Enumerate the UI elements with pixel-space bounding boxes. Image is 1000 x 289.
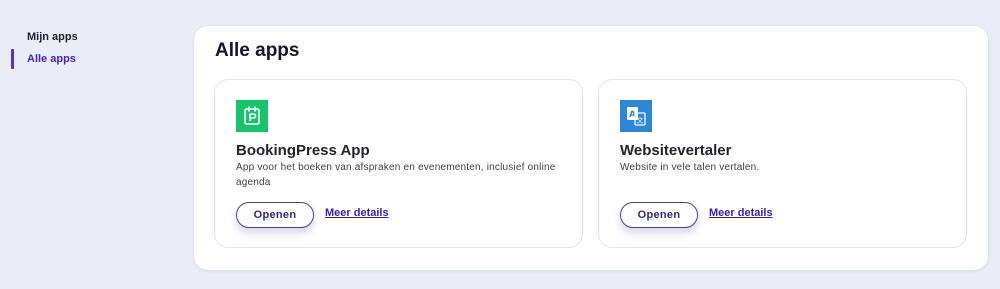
- app-name: Websitevertaler: [620, 142, 732, 159]
- svg-text:文: 文: [637, 116, 644, 125]
- app-description: Website in vele talen vertalen.: [620, 162, 760, 173]
- sidebar-item-label: Mijn apps: [27, 31, 78, 43]
- translate-icon: A 文: [620, 100, 652, 132]
- more-details-link[interactable]: Meer details: [325, 207, 389, 219]
- open-button[interactable]: Openen: [620, 202, 698, 228]
- app-card-websitevertaler: A 文 Websitevertaler Website in vele tale…: [598, 79, 967, 248]
- app-card-bookingpress: BookingPress App App voor het boeken van…: [214, 79, 583, 248]
- app-description: App voor het boeken van afspraken en eve…: [236, 162, 556, 188]
- sidebar-item-mijn-apps[interactable]: Mijn apps: [0, 26, 180, 48]
- booking-calendar-icon: [236, 100, 268, 132]
- more-details-link[interactable]: Meer details: [709, 207, 773, 219]
- sidebar-item-label: Alle apps: [27, 53, 76, 65]
- sidebar: Mijn apps Alle apps: [0, 26, 180, 70]
- sidebar-item-alle-apps[interactable]: Alle apps: [0, 48, 180, 70]
- open-button[interactable]: Openen: [236, 202, 314, 228]
- apps-panel: Alle apps BookingPress App App voor het …: [194, 26, 988, 270]
- app-name: BookingPress App: [236, 142, 370, 159]
- page-title: Alle apps: [215, 40, 300, 61]
